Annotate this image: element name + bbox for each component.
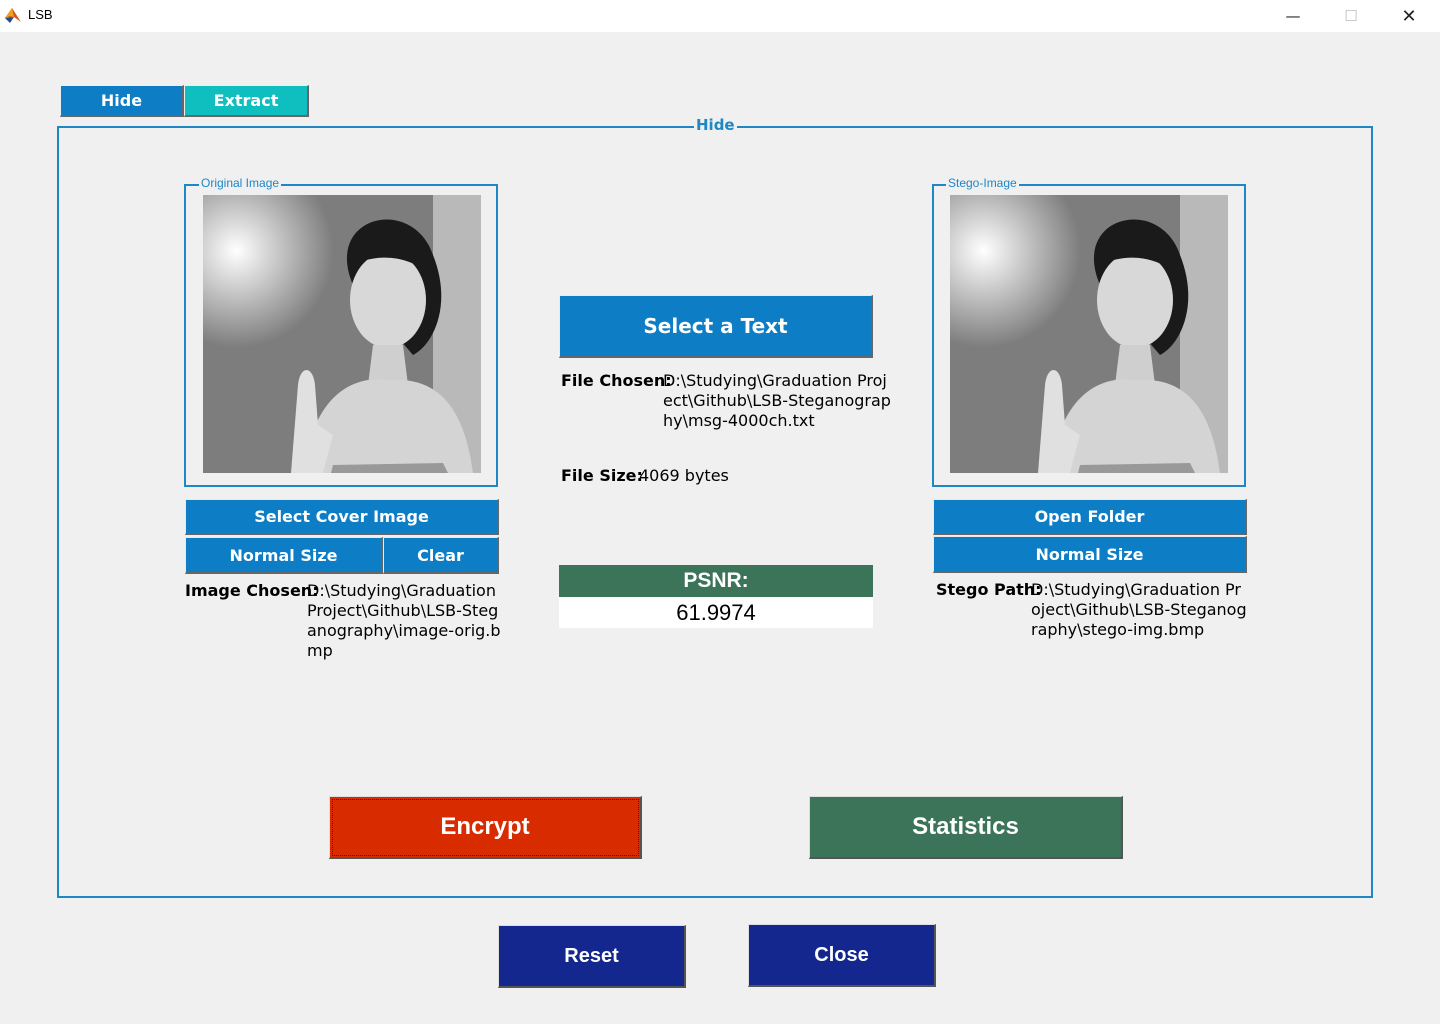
original-image-title: Original Image <box>199 176 282 190</box>
stego-image-title: Stego-Image <box>946 176 1019 190</box>
file-size-label: File Size: <box>561 466 643 485</box>
select-text-button[interactable]: Select a Text <box>559 295 873 358</box>
tab-hide[interactable]: Hide <box>60 85 184 117</box>
stego-normal-size-button[interactable]: Normal Size <box>933 536 1247 573</box>
title-bar <box>0 0 1440 32</box>
reset-button[interactable]: Reset <box>498 925 686 988</box>
hide-panel-title: Hide <box>694 116 737 134</box>
close-window-button[interactable]: ✕ <box>1380 0 1438 32</box>
minimize-icon: — <box>1285 7 1301 25</box>
open-folder-button[interactable]: Open Folder <box>933 499 1247 535</box>
psnr-value: 61.9974 <box>559 597 873 628</box>
file-chosen-label: File Chosen: <box>561 371 672 390</box>
stego-path-value: D:\Studying\Graduation Project\Github\LS… <box>1031 580 1247 639</box>
minimize-button[interactable]: — <box>1264 0 1322 32</box>
stego-path-label: Stego Path: <box>936 580 1042 599</box>
select-cover-image-button[interactable]: Select Cover Image <box>185 499 499 535</box>
tab-extract[interactable]: Extract <box>184 85 309 117</box>
encrypt-button[interactable]: Encrypt <box>329 796 642 859</box>
original-normal-size-button[interactable]: Normal Size <box>185 537 383 574</box>
psnr-label: PSNR: <box>559 565 873 597</box>
window-title: LSB <box>28 7 53 22</box>
file-chosen-path: D:\Studying\Graduation Project\Github\LS… <box>663 371 891 430</box>
matlab-app-icon <box>5 8 21 23</box>
original-image-preview <box>203 195 481 473</box>
close-icon: ✕ <box>1401 5 1417 27</box>
maximize-icon: ☐ <box>1344 7 1358 25</box>
file-size-value: 4069 bytes <box>639 466 729 485</box>
stego-image-preview <box>950 195 1228 473</box>
maximize-button[interactable]: ☐ <box>1322 0 1380 32</box>
image-chosen-path: D:\Studying\Graduation Project\Github\LS… <box>307 581 501 660</box>
statistics-button[interactable]: Statistics <box>809 796 1123 859</box>
clear-button[interactable]: Clear <box>383 537 499 574</box>
image-chosen-label: Image Chosen: <box>185 581 319 600</box>
close-button[interactable]: Close <box>748 924 936 987</box>
